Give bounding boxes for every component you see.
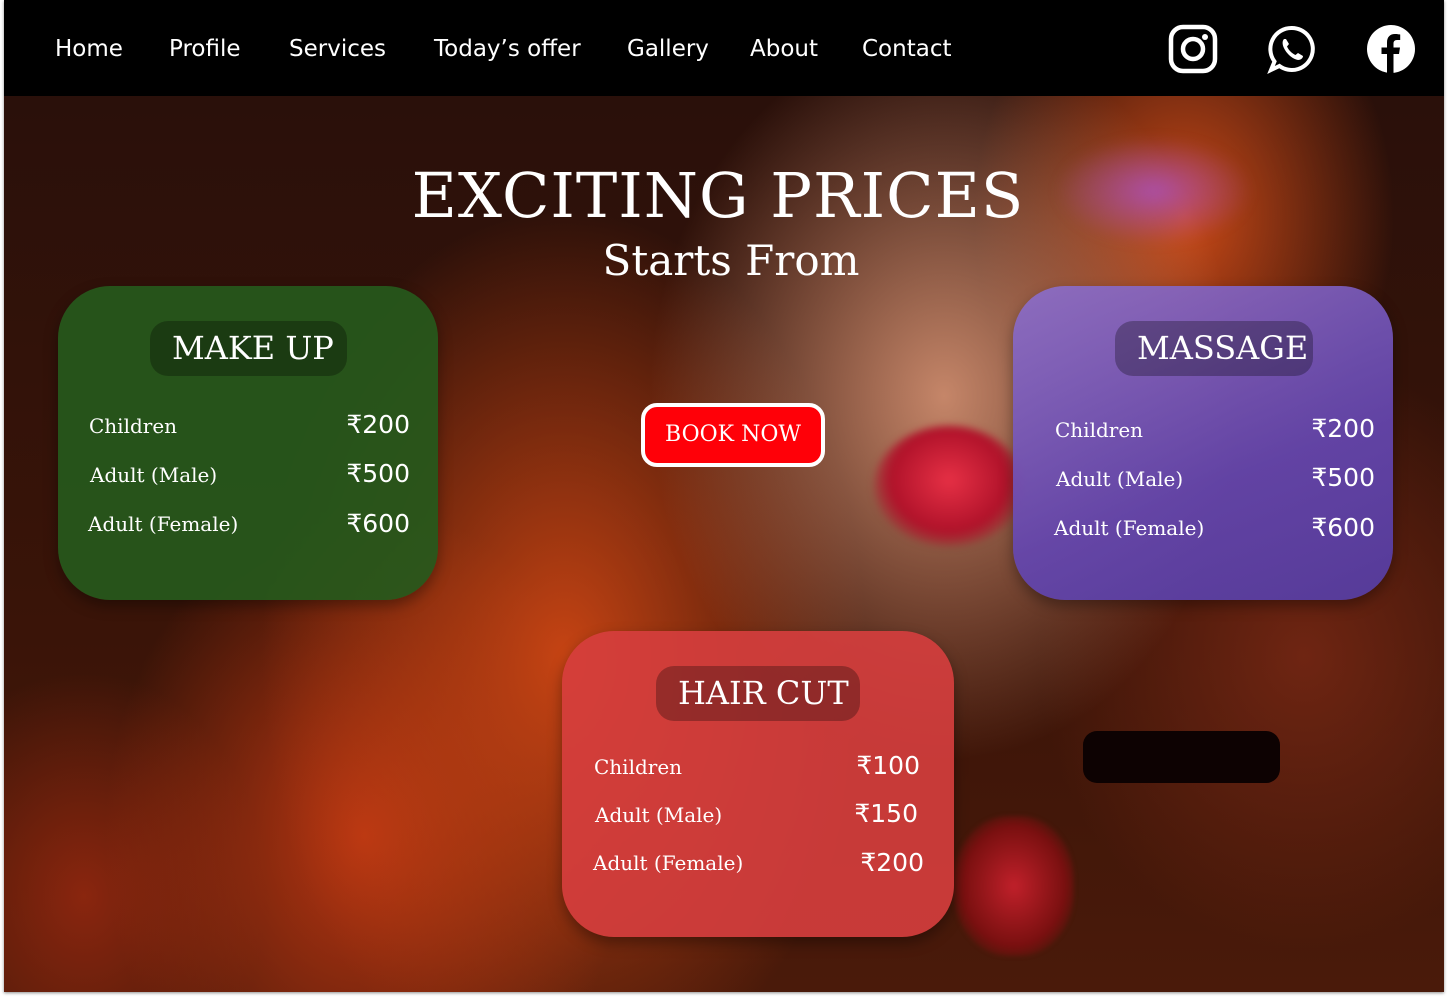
photo-lips bbox=[874, 426, 1024, 546]
price-row-label: Adult (Female) bbox=[593, 851, 744, 875]
price-row-label: Children bbox=[1055, 418, 1144, 442]
price-row-label: Adult (Female) bbox=[1054, 516, 1205, 540]
price-row-value: ₹150 bbox=[854, 799, 918, 828]
price-row-value: ₹600 bbox=[1311, 513, 1375, 542]
book-now-button[interactable]: BOOK NOW bbox=[641, 403, 825, 467]
nav-home[interactable]: Home bbox=[55, 34, 123, 64]
nav-gallery[interactable]: Gallery bbox=[627, 34, 709, 64]
instagram-icon[interactable] bbox=[1168, 24, 1218, 74]
card-title: MASSAGE bbox=[1115, 321, 1313, 376]
hero-subtitle: Starts From bbox=[602, 236, 860, 285]
price-row-value: ₹600 bbox=[346, 509, 410, 538]
page-frame: Home Profile Services Today’s offer Gall… bbox=[4, 0, 1444, 992]
price-card-massage: MASSAGE Children ₹200 Adult (Male) ₹500 … bbox=[1013, 286, 1393, 600]
facebook-icon[interactable] bbox=[1366, 24, 1416, 74]
photo-ring bbox=[954, 816, 1074, 956]
dark-overlay-box bbox=[1083, 731, 1280, 783]
top-navigation-bar: Home Profile Services Today’s offer Gall… bbox=[4, 0, 1444, 96]
price-row-value: ₹200 bbox=[1311, 414, 1375, 443]
nav-todays-offer[interactable]: Today’s offer bbox=[434, 34, 581, 64]
price-row-label: Children bbox=[89, 414, 178, 438]
nav-contact[interactable]: Contact bbox=[862, 34, 951, 64]
price-row-value: ₹200 bbox=[860, 848, 924, 877]
price-row-label: Children bbox=[594, 755, 683, 779]
nav-about[interactable]: About bbox=[750, 34, 818, 64]
hero-title: EXCITING PRICES bbox=[411, 159, 1025, 232]
price-row-label: Adult (Male) bbox=[595, 803, 723, 827]
nav-services[interactable]: Services bbox=[289, 34, 386, 64]
price-card-makeup: MAKE UP Children ₹200 Adult (Male) ₹500 … bbox=[58, 286, 438, 600]
price-row-label: Adult (Female) bbox=[88, 512, 239, 536]
price-row-value: ₹500 bbox=[1311, 463, 1375, 492]
price-card-haircut: HAIR CUT Children ₹100 Adult (Male) ₹150… bbox=[562, 631, 954, 937]
card-title: MAKE UP bbox=[150, 321, 347, 376]
whatsapp-icon[interactable] bbox=[1267, 24, 1317, 74]
price-row-label: Adult (Male) bbox=[90, 463, 218, 487]
nav-profile[interactable]: Profile bbox=[169, 34, 241, 64]
price-row-value: ₹200 bbox=[346, 410, 410, 439]
price-row-value: ₹100 bbox=[856, 751, 920, 780]
card-title: HAIR CUT bbox=[656, 666, 860, 721]
price-row-value: ₹500 bbox=[346, 459, 410, 488]
price-row-label: Adult (Male) bbox=[1056, 467, 1184, 491]
